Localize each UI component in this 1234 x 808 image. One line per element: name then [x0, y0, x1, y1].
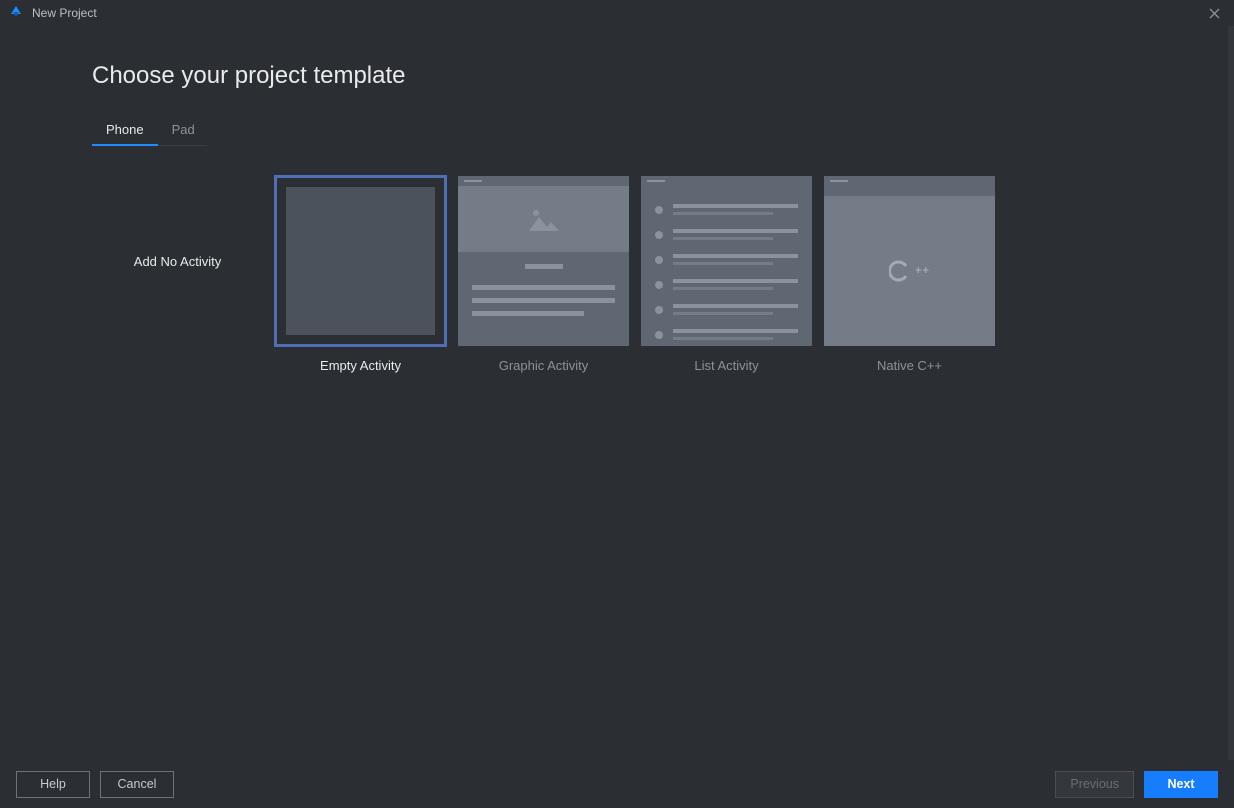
help-button[interactable]: Help: [16, 771, 90, 798]
template-native-cpp[interactable]: ++ Native C++: [824, 176, 995, 373]
content-area: Choose your project template Phone Pad A…: [0, 26, 1234, 760]
template-grid: Add No Activity Empty Activity: [92, 176, 1142, 373]
titlebar: New Project: [0, 0, 1234, 26]
tab-phone[interactable]: Phone: [92, 116, 158, 145]
template-preview-native-cpp: ++: [824, 176, 995, 346]
template-caption: Empty Activity: [320, 358, 401, 373]
next-button[interactable]: Next: [1144, 771, 1218, 798]
image-icon: [529, 207, 559, 231]
template-list-activity[interactable]: List Activity: [641, 176, 812, 373]
previous-button: Previous: [1055, 771, 1134, 798]
template-preview-none: Add No Activity: [92, 176, 263, 346]
tab-pad[interactable]: Pad: [158, 116, 209, 145]
template-preview-graphic: [458, 176, 629, 346]
scrollbar-track[interactable]: [1228, 26, 1234, 760]
template-caption: List Activity: [694, 358, 758, 373]
template-caption: Native C++: [877, 358, 942, 373]
close-button[interactable]: [1202, 1, 1226, 25]
footer: Help Cancel Previous Next: [0, 760, 1234, 808]
template-empty-activity[interactable]: Empty Activity: [275, 176, 446, 373]
template-preview-empty: [275, 176, 446, 346]
template-add-no-activity[interactable]: Add No Activity: [92, 176, 263, 346]
cpp-icon: ++: [889, 260, 930, 282]
app-icon: [8, 5, 24, 21]
template-graphic-activity[interactable]: Graphic Activity: [458, 176, 629, 373]
window-title: New Project: [32, 6, 97, 20]
cancel-button[interactable]: Cancel: [100, 771, 174, 798]
template-label: Add No Activity: [134, 254, 221, 269]
page-title: Choose your project template: [92, 62, 1142, 90]
close-icon: [1209, 8, 1220, 19]
template-caption: Graphic Activity: [499, 358, 589, 373]
template-preview-list: [641, 176, 812, 346]
tabs: Phone Pad: [92, 116, 207, 146]
